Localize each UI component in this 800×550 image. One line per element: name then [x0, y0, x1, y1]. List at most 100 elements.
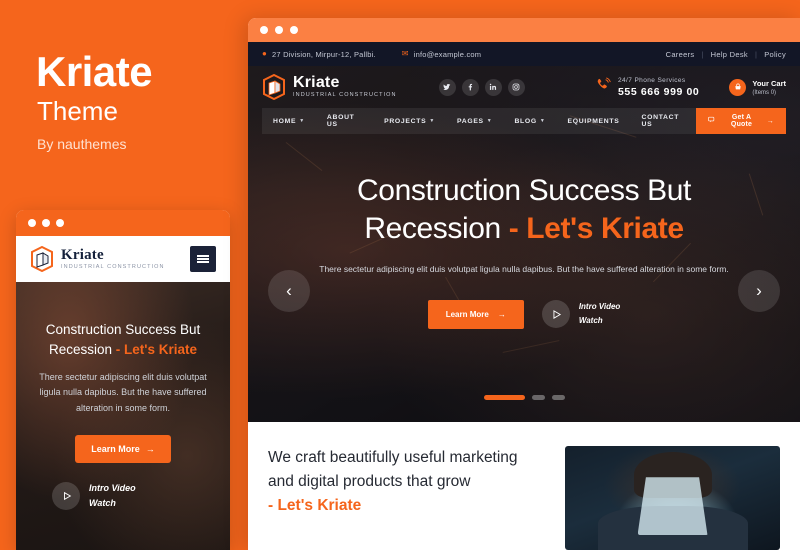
- window-dot-green[interactable]: [290, 26, 298, 34]
- topbar-link-policy[interactable]: Policy: [764, 50, 786, 59]
- chevron-right-icon: ›: [756, 281, 762, 300]
- social-links: [438, 78, 525, 96]
- nav-item-projects[interactable]: PROJECTS ▼: [373, 108, 446, 134]
- promo-byline: By nauthemes: [37, 136, 127, 152]
- mobile-window-titlebar: [16, 210, 230, 236]
- mobile-hero: Construction Success But Recession - Let…: [16, 282, 230, 550]
- mobile-hero-heading-accent: - Let's Kriate: [115, 342, 198, 358]
- window-dot-green[interactable]: [56, 219, 64, 227]
- play-triangle-icon[interactable]: [541, 300, 570, 328]
- mobile-site-header: Kriate Industrial Construction: [16, 236, 230, 282]
- window-dot-red[interactable]: [260, 26, 268, 34]
- about-section: We craft beautifully useful marketing an…: [248, 422, 800, 550]
- nav-item-equipments-label: EQUIPMENTS: [567, 117, 620, 125]
- mobile-logo[interactable]: Kriate Industrial Construction: [30, 245, 165, 273]
- window-dot-yellow[interactable]: [42, 219, 50, 227]
- mobile-preview-window: Kriate Industrial Construction Construct…: [16, 210, 230, 550]
- nav-item-about-us-label: ABOUT US: [326, 114, 355, 128]
- mobile-intro-video-text: Intro Video Watch: [89, 481, 136, 512]
- about-heading-line1: We craft beautifully useful marketing: [268, 449, 518, 466]
- nav-item-contact-us-label: CONTACT US: [641, 114, 680, 128]
- topbar-separator: |: [701, 49, 704, 59]
- nav-item-pages-label: PAGES: [457, 117, 484, 125]
- address-item: ● 27 Division, Mirpur-12, Pallbi.: [262, 50, 376, 59]
- welder-photo: [565, 446, 780, 550]
- chevron-down-icon: ▼: [429, 118, 435, 124]
- promo-subtitle: Theme: [37, 96, 118, 126]
- arrow-right-icon: →: [766, 117, 774, 125]
- mobile-logo-text: Kriate Industrial Construction: [61, 247, 165, 271]
- envelope-icon: ✉: [401, 49, 409, 58]
- email-text: info@example.com: [413, 49, 482, 59]
- intro-video-line2: Watch: [578, 316, 603, 325]
- mobile-intro-video[interactable]: Intro Video Watch: [30, 481, 216, 512]
- site-masthead: Kriate Industrial Construction: [248, 66, 800, 108]
- nav-item-contact-us[interactable]: CONTACT US: [631, 108, 697, 134]
- burger-line: [197, 258, 209, 260]
- address-text: 27 Division, Mirpur-12, Pallbi.: [272, 49, 376, 59]
- phone-ringing-icon: [595, 77, 611, 97]
- burger-line: [197, 261, 209, 263]
- chevron-down-icon: ▼: [539, 118, 546, 124]
- window-dot-red[interactable]: [28, 219, 36, 227]
- mobile-intro-video-line1: Intro Video: [89, 482, 136, 493]
- mobile-learn-more-button[interactable]: Learn More →: [75, 434, 171, 463]
- nav-item-about-us[interactable]: ABOUT US: [316, 108, 373, 134]
- window-dot-yellow[interactable]: [275, 26, 283, 34]
- phone-label: 24/7 Phone Services: [617, 76, 686, 84]
- nav-item-home-label: HOME: [273, 117, 297, 125]
- play-triangle-icon[interactable]: [52, 482, 80, 511]
- site-logo[interactable]: Kriate Industrial Construction: [262, 73, 397, 101]
- hamburger-menu-icon[interactable]: [190, 246, 216, 272]
- mobile-hero-heading-line2: Recession: [48, 342, 116, 358]
- site-logo-tagline: Industrial Construction: [293, 92, 397, 99]
- hero-heading-line2: Recession: [364, 212, 509, 246]
- arrow-right-icon: →: [145, 443, 155, 454]
- nav-item-projects-label: PROJECTS: [384, 117, 427, 125]
- mobile-hero-heading-line1: Construction Success But: [45, 322, 201, 337]
- nav-item-pages[interactable]: PAGES ▼: [446, 108, 503, 134]
- slider-dot-2[interactable]: [531, 395, 545, 400]
- cube-building-icon: [30, 245, 54, 273]
- slider-dot-3[interactable]: [551, 395, 565, 400]
- twitter-icon[interactable]: [438, 78, 456, 96]
- linkedin-icon[interactable]: [484, 78, 502, 96]
- learn-more-button[interactable]: Learn More →: [427, 299, 524, 329]
- hero-heading-accent: - Let's Kriate: [508, 212, 684, 246]
- nav-item-home[interactable]: HOME ▼: [262, 108, 316, 134]
- hero-section: ● 27 Division, Mirpur-12, Pallbi. ✉ info…: [248, 42, 800, 422]
- location-pin-icon: ●: [262, 49, 268, 58]
- facebook-icon[interactable]: [461, 78, 479, 96]
- about-heading-accent: - Let's Kriate: [268, 497, 362, 515]
- mobile-hero-heading: Construction Success But Recession - Let…: [30, 320, 216, 361]
- masthead-info: 24/7 Phone Services 555 666 999 00 Your …: [595, 77, 786, 98]
- slider-prev-button[interactable]: ‹: [268, 270, 310, 312]
- email-item[interactable]: ✉ info@example.com: [402, 50, 481, 59]
- cube-building-icon: [262, 73, 286, 101]
- cart-item-count: (Items 0): [752, 89, 777, 96]
- get-a-quote-button[interactable]: Get A Quote →: [696, 108, 786, 134]
- phone-block[interactable]: 24/7 Phone Services 555 666 999 00: [595, 77, 699, 98]
- slider-dot-1[interactable]: [483, 395, 525, 400]
- nav-item-equipments[interactable]: EQUIPMENTS: [557, 108, 631, 134]
- topbar-link-careers[interactable]: Careers: [666, 50, 695, 59]
- cart-block[interactable]: Your Cart (Items 0): [729, 78, 786, 96]
- about-heading-line2: and digital products that grow: [268, 473, 471, 491]
- desktop-window-titlebar: [248, 18, 800, 42]
- nav-item-blog-label: BLOG: [514, 117, 537, 125]
- mobile-logo-name: Kriate: [61, 247, 104, 264]
- shopping-basket-icon: [729, 78, 747, 96]
- site-logo-text: Kriate Industrial Construction: [293, 75, 397, 99]
- instagram-icon[interactable]: [507, 78, 525, 96]
- nav-item-blog[interactable]: BLOG ▼: [503, 108, 556, 134]
- welder-helmet-shape: [637, 477, 708, 536]
- burger-line: [197, 255, 209, 257]
- slider-next-button[interactable]: ›: [738, 270, 780, 312]
- intro-video-cta[interactable]: Intro Video Watch: [541, 300, 620, 328]
- phone-number: 555 666 999 00: [617, 85, 700, 98]
- website-canvas: ● 27 Division, Mirpur-12, Pallbi. ✉ info…: [248, 42, 800, 550]
- topbar-link-help-desk[interactable]: Help Desk: [711, 50, 748, 59]
- mobile-learn-more-label: Learn More: [91, 443, 140, 454]
- chevron-down-icon: ▼: [299, 118, 305, 124]
- mobile-intro-video-line2: Watch: [89, 498, 116, 509]
